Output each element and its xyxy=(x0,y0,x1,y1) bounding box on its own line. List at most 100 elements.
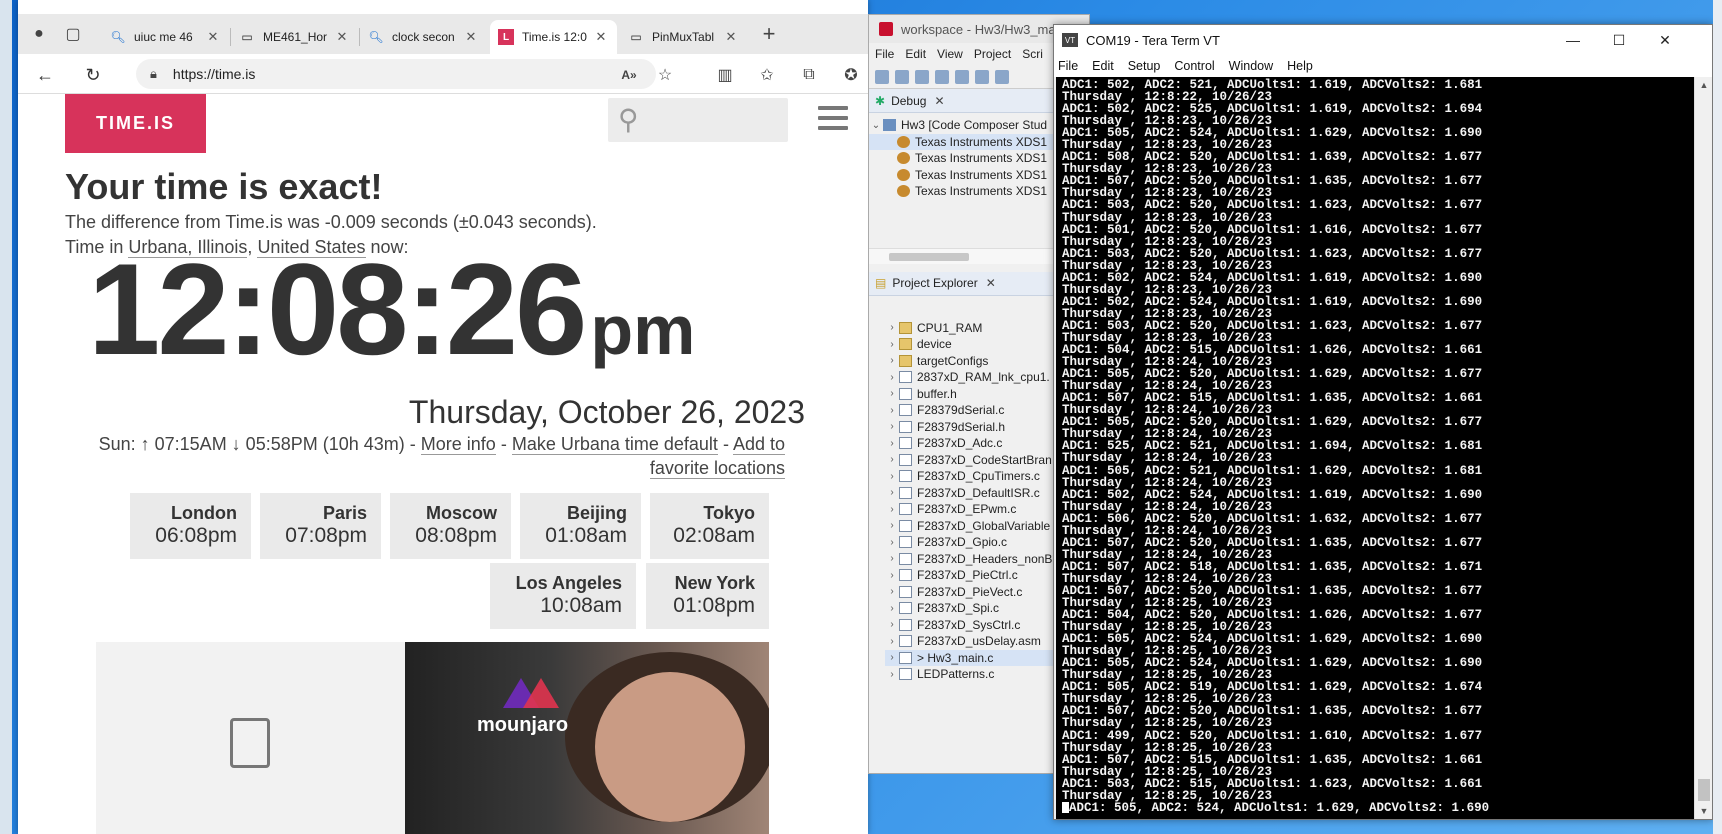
file-label: F2837xD_PieCtrl.c xyxy=(917,568,1018,583)
desktop-icons-strip xyxy=(0,0,12,834)
scroll-down-icon[interactable]: ▼ xyxy=(1695,803,1712,819)
new-tab-button[interactable]: + xyxy=(754,20,784,48)
file-icon xyxy=(899,404,912,417)
clock-ampm: pm xyxy=(590,291,696,369)
ccs-menu-project[interactable]: Project xyxy=(974,47,1011,61)
city-card-paris[interactable]: Paris 07:08pm xyxy=(260,493,381,559)
city-card-moscow[interactable]: Moscow 08:08pm xyxy=(390,493,511,559)
url-field[interactable]: 🔒︎ https://time.is xyxy=(136,59,656,89)
tt-menu-edit[interactable]: Edit xyxy=(1092,59,1114,73)
city-card-london[interactable]: London 06:08pm xyxy=(130,493,251,559)
close-icon[interactable]: ✕ xyxy=(1642,25,1688,55)
file-label: F2837xD_CpuTimers.c xyxy=(917,469,1040,484)
read-aloud-icon[interactable]: A» xyxy=(616,62,642,88)
file-label: > Hw3_main.c xyxy=(917,650,994,665)
close-icon[interactable]: ✕ xyxy=(934,94,944,108)
thread-icon xyxy=(897,168,910,181)
file-label: F2837xD_Gpio.c xyxy=(917,535,1008,550)
explorer-tab-label: Project Explorer xyxy=(892,276,978,290)
back-icon[interactable]: ← xyxy=(30,62,60,88)
ad-banner[interactable]: mounjaro xyxy=(405,642,769,834)
thread-icon xyxy=(897,152,910,165)
city-card-tokyo[interactable]: Tokyo 02:08am xyxy=(650,493,769,559)
ccs-menu-view[interactable]: View xyxy=(937,47,963,61)
tab-me461[interactable]: ▭ ME461_Hor ✕ xyxy=(231,20,358,54)
terminal-line: Thursday , 12:8:23, 10/26/23 xyxy=(1062,258,1273,273)
print-icon[interactable] xyxy=(915,69,929,84)
refresh-icon[interactable]: ↻ xyxy=(78,62,108,88)
terminal-line: Thursday , 12:8:25, 10/26/23 xyxy=(1062,788,1273,803)
terminal-line: ADC1: 502, ADC2: 524, ADCUolts1: 1.619, … xyxy=(1062,487,1483,502)
terminal-output[interactable]: ADC1: 502, ADC2: 521, ADCUolts1: 1.619, … xyxy=(1056,77,1694,819)
make-default-link[interactable]: Make Urbana time default xyxy=(511,434,718,455)
debug-icon[interactable] xyxy=(935,69,949,84)
scroll-up-icon[interactable]: ▲ xyxy=(1695,77,1712,93)
debug-item-label: Texas Instruments XDS1 xyxy=(915,151,1048,166)
hamburger-menu-icon[interactable] xyxy=(818,106,848,132)
tab-uiuc[interactable]: 🔍︎ uiuc me 46 ✕ xyxy=(102,20,229,54)
file-label: F2837xD_PieVect.c xyxy=(917,584,1023,599)
folder-icon xyxy=(899,321,912,334)
close-icon[interactable]: ✕ xyxy=(986,276,996,290)
file-icon xyxy=(899,585,912,598)
tt-menu-window[interactable]: Window xyxy=(1229,59,1273,73)
favorites-icon[interactable]: ✩ xyxy=(754,62,780,88)
tt-menu-control[interactable]: Control xyxy=(1174,59,1214,73)
terminal-scrollbar[interactable]: ▲ ▼ xyxy=(1694,77,1712,819)
city-name: Beijing xyxy=(566,503,627,523)
tt-menu-setup[interactable]: Setup xyxy=(1128,59,1161,73)
tab-timeis[interactable]: L Time.is 12:0 ✕ xyxy=(490,20,617,54)
city-card-los-angeles[interactable]: Los Angeles 10:08am xyxy=(490,563,636,629)
minimize-icon[interactable]: — xyxy=(1550,25,1596,55)
terminal-line: Thursday , 12:8:23, 10/26/23 xyxy=(1062,210,1273,225)
main-clock: 12:08:26pm xyxy=(88,234,695,384)
terminal-line: ADC1: 501, ADC2: 520, ADCUolts1: 1.616, … xyxy=(1062,222,1483,237)
city-name: Tokyo xyxy=(703,503,755,523)
tab-actions-icon[interactable]: ▢ xyxy=(58,20,88,48)
file-label: F2837xD_Headers_nonB xyxy=(917,551,1053,566)
document-icon: ▭ xyxy=(241,30,253,44)
city-time: 10:08am xyxy=(540,594,622,617)
maximize-icon[interactable]: ☐ xyxy=(1596,25,1642,55)
close-icon[interactable]: ✕ xyxy=(334,29,350,45)
split-screen-icon[interactable]: ▥ xyxy=(712,62,738,88)
close-icon[interactable]: ✕ xyxy=(723,29,739,45)
file-icon xyxy=(899,635,912,648)
teraterm-titlebar[interactable]: VT COM19 - Tera Term VT — ☐ ✕ xyxy=(1054,25,1712,55)
profile-icon[interactable]: ● xyxy=(24,20,54,48)
tab-strip: ● ▢ 🔍︎ uiuc me 46 ✕ ▭ ME461_Hor ✕ 🔍︎ clo… xyxy=(18,14,868,54)
close-icon[interactable]: ✕ xyxy=(463,29,479,45)
extensions-icon[interactable]: ✪ xyxy=(838,62,864,88)
collections-icon[interactable]: ⧉ xyxy=(796,62,822,88)
file-icon xyxy=(899,486,912,499)
site-search-box[interactable]: ⚲ xyxy=(608,98,788,142)
scroll-thumb[interactable] xyxy=(1698,779,1710,801)
save-icon[interactable] xyxy=(895,69,909,84)
resume-icon[interactable] xyxy=(955,69,969,84)
tt-menu-help[interactable]: Help xyxy=(1287,59,1313,73)
ccs-menu-scripts[interactable]: Scri xyxy=(1022,47,1043,61)
favorite-star-icon[interactable]: ☆ xyxy=(652,62,678,88)
city-card-beijing[interactable]: Beijing 01:08am xyxy=(520,493,641,559)
file-label: targetConfigs xyxy=(917,353,989,368)
scroll-thumb[interactable] xyxy=(889,252,969,261)
more-info-link[interactable]: More info xyxy=(420,434,496,455)
tt-menu-file[interactable]: File xyxy=(1058,59,1078,73)
city-name: New York xyxy=(674,573,755,593)
timeis-logo[interactable]: TIME.IS xyxy=(65,94,206,153)
close-icon[interactable]: ✕ xyxy=(593,29,609,45)
thread-icon xyxy=(897,135,910,148)
ccs-menu-file[interactable]: File xyxy=(875,47,894,61)
teraterm-window: VT COM19 - Tera Term VT — ☐ ✕ File Edit … xyxy=(1053,24,1713,820)
ccs-menu-edit[interactable]: Edit xyxy=(905,47,926,61)
new-icon[interactable] xyxy=(875,69,889,84)
clock-time: 12:08:26 xyxy=(88,236,587,382)
tab-pinmux[interactable]: ▭ PinMuxTabl ✕ xyxy=(620,20,747,54)
suspend-icon[interactable] xyxy=(975,69,989,84)
city-card-new-york[interactable]: New York 01:08pm xyxy=(646,563,769,629)
file-icon xyxy=(899,519,912,532)
file-icon xyxy=(899,618,912,631)
close-icon[interactable]: ✕ xyxy=(205,29,221,45)
terminate-icon[interactable] xyxy=(995,69,1009,84)
tab-clock[interactable]: 🔍︎ clock secon ✕ xyxy=(360,20,487,54)
